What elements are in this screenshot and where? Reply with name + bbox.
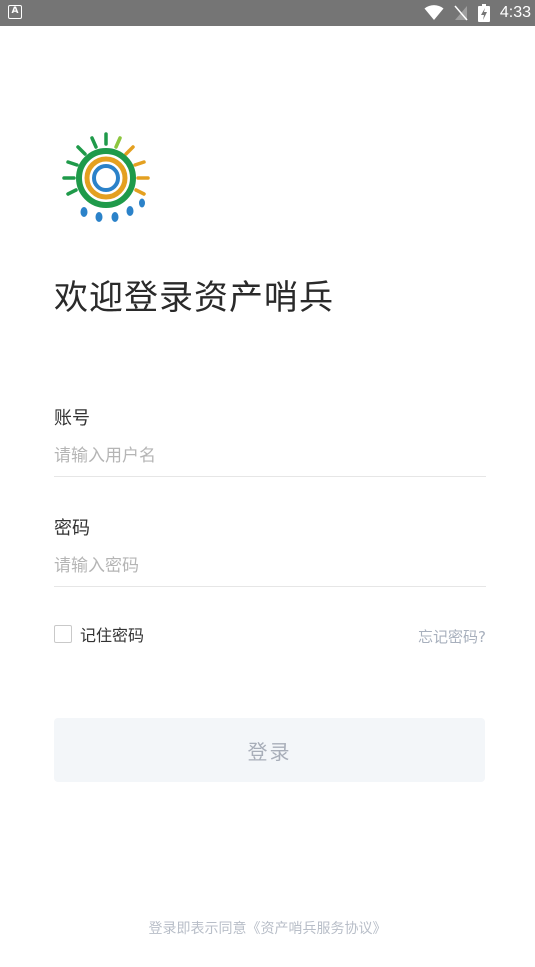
wifi-icon — [424, 5, 444, 20]
forgot-password-link[interactable]: 忘记密码? — [418, 626, 486, 647]
remember-password-checkbox[interactable] — [54, 625, 72, 643]
username-input[interactable] — [54, 436, 486, 477]
service-agreement-link[interactable]: 登录即表示同意《资产哨兵服务协议》 — [0, 918, 535, 938]
page-title: 欢迎登录资产哨兵 — [54, 278, 334, 318]
remember-password[interactable]: 记住密码 — [54, 622, 144, 646]
no-sim-icon — [454, 5, 468, 21]
password-label: 密码 — [54, 518, 90, 539]
status-icons: 4:33 — [424, 0, 531, 26]
account-label: 账号 — [54, 408, 90, 429]
password-input[interactable] — [54, 546, 486, 587]
status-bar: A 4:33 — [0, 0, 535, 26]
clock: 4:33 — [499, 4, 531, 21]
notification-icon: A — [8, 5, 22, 19]
login-button[interactable]: 登录 — [54, 718, 485, 782]
app-logo — [62, 132, 150, 222]
battery-charging-icon — [477, 4, 490, 22]
remember-password-label: 记住密码 — [80, 626, 145, 645]
